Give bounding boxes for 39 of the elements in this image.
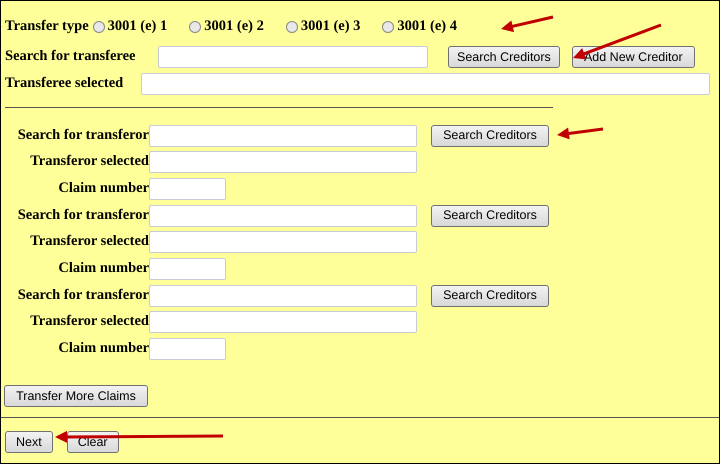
field-label: Transferor selected <box>29 312 149 332</box>
radio-label: 3001 (e) 1 <box>108 17 168 36</box>
input-field[interactable] <box>149 284 417 306</box>
input-field[interactable] <box>149 231 417 253</box>
radio-label: 3001 (e) 2 <box>204 17 264 36</box>
search-button[interactable]: Search Creditors <box>431 204 549 226</box>
radio-button[interactable] <box>92 21 105 33</box>
input-field[interactable] <box>158 46 428 68</box>
search-button[interactable]: Search Creditors <box>448 46 560 68</box>
arrow-icon <box>557 128 604 140</box>
field-label: Search for transferor <box>16 206 149 225</box>
search-button[interactable]: Search Creditors <box>431 124 549 146</box>
field-label: Search for transferee <box>5 47 136 66</box>
field-label: Transferor selected <box>29 232 149 252</box>
field-label: Search for transferor <box>16 286 149 305</box>
input-field[interactable] <box>149 204 417 226</box>
field-label: Claim number <box>57 258 149 278</box>
field-label: Search for transferor <box>16 126 149 145</box>
input-field[interactable] <box>149 151 417 173</box>
input-field[interactable] <box>149 124 417 146</box>
input-field[interactable] <box>149 311 417 333</box>
input-field[interactable] <box>149 258 226 280</box>
radio-label: 3001 (e) 4 <box>397 17 458 36</box>
input-field[interactable] <box>141 73 710 95</box>
radio-button[interactable] <box>382 21 394 33</box>
field-label: Claim number <box>57 338 149 358</box>
action-button[interactable]: Next <box>5 431 53 453</box>
input-field[interactable] <box>149 338 226 360</box>
input-field[interactable] <box>149 178 226 200</box>
radio-label: 3001 (e) 3 <box>300 17 360 36</box>
search-button[interactable]: Search Creditors <box>431 284 549 306</box>
transfer-more-button[interactable]: Transfer More Claims <box>4 385 148 408</box>
field-label: Transferee selected <box>5 74 124 94</box>
field-label: Transferor selected <box>29 152 149 172</box>
radio-button[interactable] <box>189 21 202 33</box>
radio-button[interactable] <box>286 21 298 33</box>
arrow-icon <box>501 16 554 32</box>
field-label: Claim number <box>57 178 149 198</box>
transfer-type-label: Transfer type <box>5 17 89 36</box>
